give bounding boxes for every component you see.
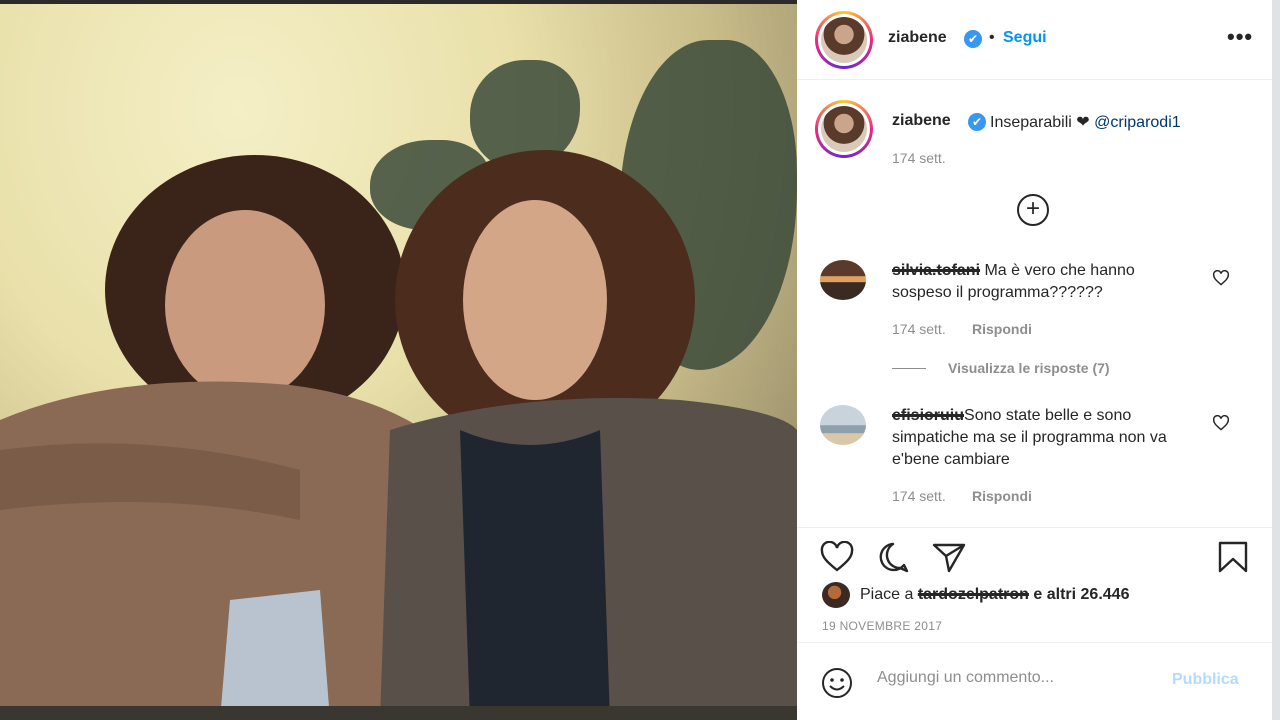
caption-mention-link[interactable]: @criparodi1 [1094, 114, 1181, 131]
caption-timestamp[interactable]: 174 sett. [892, 150, 946, 166]
more-icon[interactable]: ••• [1227, 24, 1253, 50]
photo-bottom-border [0, 706, 797, 720]
header-separator: • [989, 29, 995, 46]
caption-avatar[interactable] [815, 100, 873, 158]
author-username[interactable]: ziabene [888, 29, 947, 47]
verified-icon: ✔ [968, 113, 986, 131]
like-heart-icon[interactable] [819, 541, 855, 573]
add-comment-bar: Pubblica [797, 642, 1272, 720]
comment-item: efisioruiuSono state belle e sono simpat… [892, 405, 1182, 471]
actions-divider [797, 527, 1272, 528]
caption-text: Inseparabili ❤ @criparodi1 [990, 112, 1181, 132]
post-side-panel: ziabene ✔ • Segui ••• ziabene ✔ Insepara… [797, 0, 1272, 720]
comment-username[interactable]: efisioruiu [892, 407, 964, 424]
liker-avatar[interactable] [822, 582, 850, 608]
bookmark-icon[interactable] [1215, 541, 1251, 573]
likes-prefix: Piace a [860, 586, 918, 603]
comment-avatar[interactable] [820, 260, 866, 300]
emoji-icon[interactable] [821, 667, 853, 699]
post-header: ziabene ✔ • Segui ••• [797, 0, 1272, 80]
liker-username[interactable]: tardozelpatron [918, 586, 1029, 603]
author-avatar[interactable] [815, 11, 873, 69]
instagram-post-view: ziabene ✔ • Segui ••• ziabene ✔ Insepara… [0, 0, 1280, 720]
heart-icon[interactable] [1212, 415, 1230, 431]
share-icon[interactable] [931, 541, 967, 573]
post-date[interactable]: 19 NOVEMBRE 2017 [822, 619, 942, 633]
verified-icon: ✔ [964, 30, 982, 48]
photo-subjects-illustration [0, 150, 797, 720]
likes-summary[interactable]: Piace a tardozelpatron e altri 26.446 [860, 586, 1129, 604]
comment-timestamp[interactable]: 174 sett. [892, 488, 946, 504]
reply-button[interactable]: Rispondi [972, 488, 1032, 504]
view-replies-divider [892, 368, 926, 369]
heart-icon[interactable] [1212, 270, 1230, 286]
comment-timestamp[interactable]: 174 sett. [892, 321, 946, 337]
comment-avatar[interactable] [820, 405, 866, 445]
background-page-edge [1272, 0, 1280, 720]
load-more-comments-button[interactable]: + [1017, 194, 1049, 226]
reply-button[interactable]: Rispondi [972, 321, 1032, 337]
publish-button[interactable]: Pubblica [1172, 671, 1239, 689]
caption-body: Inseparabili ❤ [990, 114, 1090, 131]
caption-username[interactable]: ziabene [892, 112, 951, 130]
post-photo[interactable] [0, 0, 797, 720]
comment-input[interactable] [877, 669, 1157, 687]
view-replies-button[interactable]: Visualizza le risposte (7) [948, 360, 1110, 376]
likes-count[interactable]: e altri 26.446 [1033, 586, 1129, 603]
comment-username[interactable]: silvia.tofani [892, 262, 980, 279]
follow-button[interactable]: Segui [1003, 29, 1047, 47]
comment-item: silvia.tofani Ma è vero che hanno sospes… [892, 260, 1182, 304]
comment-icon[interactable] [875, 541, 911, 573]
